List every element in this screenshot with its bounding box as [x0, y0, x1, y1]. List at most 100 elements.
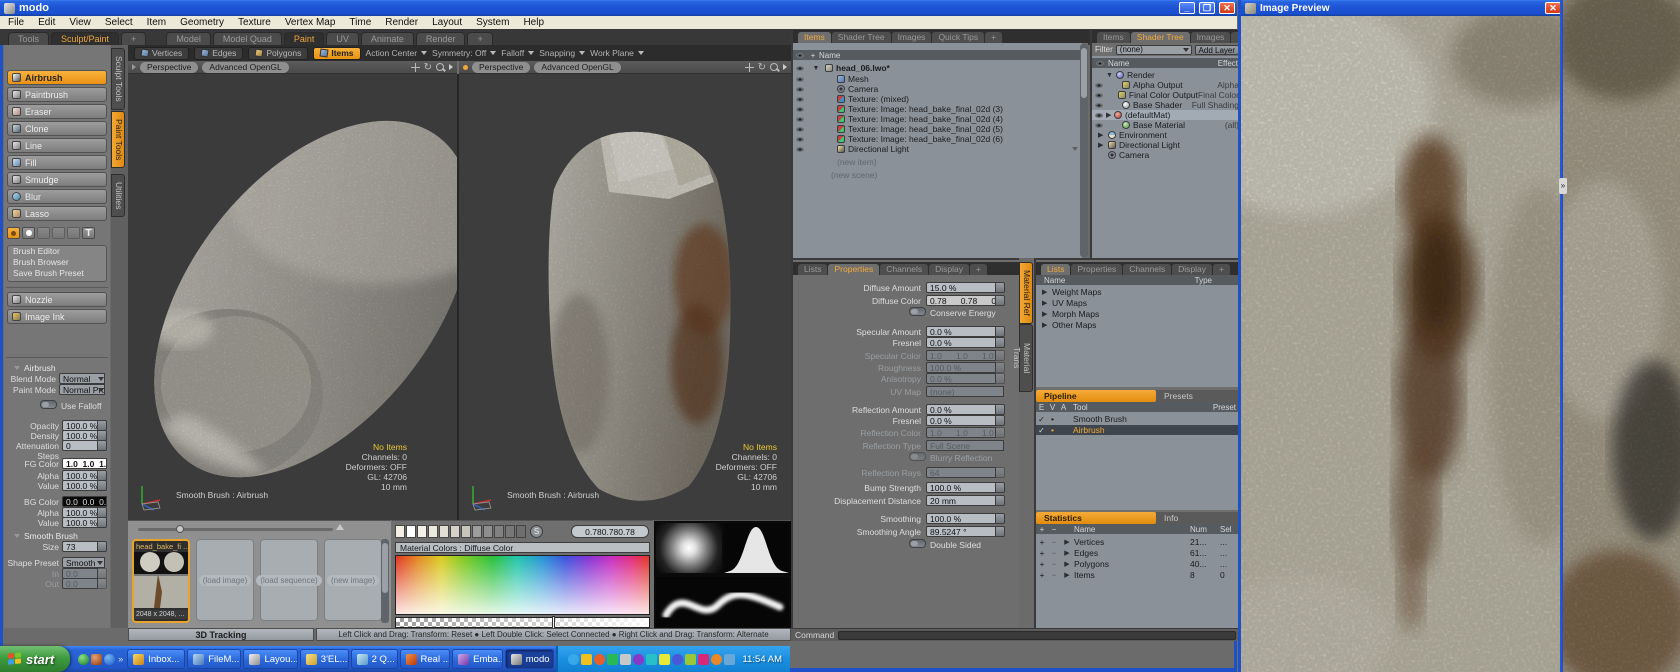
tab-display[interactable]: Display [929, 264, 969, 275]
visibility-eye-icon[interactable] [1095, 83, 1103, 88]
tab-items[interactable]: Items [1097, 32, 1130, 43]
color-swatch[interactable] [461, 525, 471, 538]
color-value-field[interactable]: 0.780.780.78 [571, 525, 649, 538]
fg-value-field[interactable]: 100.0 % [62, 480, 98, 491]
reflection-fresnel-field[interactable]: 0.0 % [926, 415, 996, 426]
name-column-label[interactable]: Name [819, 51, 840, 60]
shader-row-environment[interactable]: ▶Environment [1092, 130, 1242, 140]
task-button-inbox[interactable]: Inbox... [127, 649, 185, 669]
name-column-label[interactable]: Name [1044, 276, 1065, 285]
action-center-dropdown[interactable]: Action Center [366, 48, 428, 58]
blurry-reflection-checkbox[interactable] [909, 452, 926, 461]
collapse-minus-icon[interactable]: − [1048, 548, 1060, 558]
bg-value-field[interactable]: 100.0 % [62, 517, 98, 528]
color-swatch[interactable] [439, 525, 449, 538]
brush-tip-procedural[interactable] [37, 227, 50, 239]
enabled-check-icon[interactable]: ✓ [1036, 426, 1047, 435]
renderer-pill[interactable]: Advanced OpenGL [202, 62, 288, 73]
side-tab-material-trans[interactable]: Material Trans [1019, 324, 1033, 392]
diffuse-color-stepper[interactable] [996, 295, 1005, 306]
specular-color-field[interactable]: 1.0 1.0 1.0 [926, 350, 996, 361]
tab-add[interactable]: + [985, 32, 1002, 43]
pan-icon[interactable] [745, 63, 754, 72]
mode-vertices[interactable]: Vertices [134, 47, 189, 60]
brush-editor-link[interactable]: Brush Editor [8, 246, 106, 257]
expand-plus-icon[interactable]: + [1036, 537, 1048, 547]
bump-strength-field[interactable]: 100.0 % [926, 482, 996, 493]
color-swatch[interactable] [516, 525, 526, 538]
out-field[interactable]: 0.0 [62, 578, 98, 589]
side-tab-material-ref[interactable]: Material Ref [1019, 262, 1033, 324]
tab-add[interactable]: + [970, 264, 987, 275]
pan-icon[interactable] [411, 63, 420, 72]
reflection-amount-stepper[interactable] [996, 404, 1005, 415]
out-stepper[interactable] [98, 578, 107, 589]
shader-row-default-mat[interactable]: ▶(defaultMat) [1092, 110, 1242, 120]
roughness-stepper[interactable] [996, 362, 1005, 373]
color-swatch[interactable] [505, 525, 515, 538]
visibility-eye-icon[interactable] [796, 127, 804, 132]
menu-edit[interactable]: Edit [38, 17, 55, 28]
tool-smudge[interactable]: Smudge [7, 172, 107, 187]
expand-plus-icon[interactable]: + [1036, 559, 1048, 569]
viewport-menu-arrow-icon[interactable] [132, 64, 136, 70]
renderer-pill[interactable]: Advanced OpenGL [534, 62, 620, 73]
thumbnail-size-slider[interactable] [138, 528, 333, 531]
value-strip[interactable] [395, 617, 650, 628]
expand-arrow-icon[interactable]: ▶ [1042, 310, 1052, 318]
tab-images[interactable]: Images [892, 32, 932, 43]
item-row-texture-4[interactable]: Texture: Image: head_bake_final_02d (4) [793, 114, 1082, 124]
load-sequence-cell[interactable]: (load sequence) [260, 539, 318, 621]
stat-row-vertices[interactable]: + − ▶ Vertices 21...... [1036, 537, 1242, 547]
attenuation-steps-field[interactable]: 0 [62, 440, 98, 451]
viewport-more-arrow-icon[interactable] [783, 64, 787, 70]
tray-icon[interactable] [646, 654, 657, 665]
tray-icon[interactable] [659, 654, 670, 665]
tool-nozzle[interactable]: Nozzle [7, 292, 107, 307]
tray-icon[interactable] [581, 654, 592, 665]
shader-row-base-material[interactable]: Base Material(all) [1092, 120, 1242, 130]
view-type-pill[interactable]: Perspective [472, 62, 530, 73]
menu-select[interactable]: Select [105, 17, 133, 28]
displacement-distance-field[interactable]: 20 mm [926, 495, 996, 506]
list-row-other-maps[interactable]: ▶Other Maps [1036, 320, 1242, 330]
reflection-fresnel-stepper[interactable] [996, 415, 1005, 426]
tab-lists[interactable]: Lists [798, 264, 827, 275]
size-field[interactable]: 73 [62, 541, 98, 552]
item-row-texture-3[interactable]: Texture: Image: head_bake_final_02d (3) [793, 104, 1082, 114]
tab-display[interactable]: Display [1172, 264, 1212, 275]
layout-tab-render[interactable]: Render [416, 32, 466, 45]
rotate-icon[interactable]: ↻ [424, 63, 432, 72]
tray-icon[interactable] [568, 654, 579, 665]
color-swatch[interactable] [472, 525, 482, 538]
tab-properties[interactable]: Properties [828, 264, 879, 275]
task-button-layout[interactable]: Layou... [243, 649, 297, 669]
color-swatch[interactable] [450, 525, 460, 538]
item-row-texture-mixed[interactable]: Texture: (mixed) [793, 94, 1082, 104]
bump-strength-stepper[interactable] [996, 482, 1005, 493]
roughness-field[interactable]: 100.0 % [926, 362, 996, 373]
reflection-color-stepper[interactable] [996, 427, 1005, 438]
viewport-3d-right[interactable]: Smooth Brush : Airbrush No Items Channel… [459, 74, 791, 520]
new-item-row[interactable]: (new item) [793, 157, 1082, 167]
tray-icon[interactable] [633, 654, 644, 665]
layout-tab-uv[interactable]: UV [326, 32, 359, 45]
visibility-eye-icon[interactable] [796, 87, 804, 92]
brush-tip-hard[interactable] [22, 227, 35, 239]
collapse-minus-icon[interactable]: − [1048, 559, 1060, 569]
enabled-check-icon[interactable]: ✓ [1036, 415, 1047, 424]
task-button-explorer[interactable]: 3'EL... [300, 649, 349, 669]
smooth-brush-section-header[interactable]: Smooth Brush [14, 531, 78, 541]
tab-shader-tree[interactable]: Shader Tree [832, 32, 891, 43]
menu-view[interactable]: View [69, 17, 91, 28]
filter-dropdown[interactable]: (none) [1116, 45, 1192, 55]
pipeline-row-smooth-brush[interactable]: ✓ • Smooth Brush [1036, 414, 1242, 424]
tab-items[interactable]: Items [798, 32, 831, 43]
workspace-tab-sculpt-paint[interactable]: Sculpt/Paint [51, 32, 119, 45]
attenuation-stepper[interactable] [98, 440, 107, 451]
list-row-morph-maps[interactable]: ▶Morph Maps [1036, 309, 1242, 319]
image-browser-scrollbar[interactable] [381, 539, 389, 623]
diffuse-amount-field[interactable]: 15.0 % [926, 282, 996, 293]
expand-arrow-icon[interactable]: ▶ [1060, 549, 1074, 557]
item-row-texture-5[interactable]: Texture: Image: head_bake_final_02d (5) [793, 124, 1082, 134]
